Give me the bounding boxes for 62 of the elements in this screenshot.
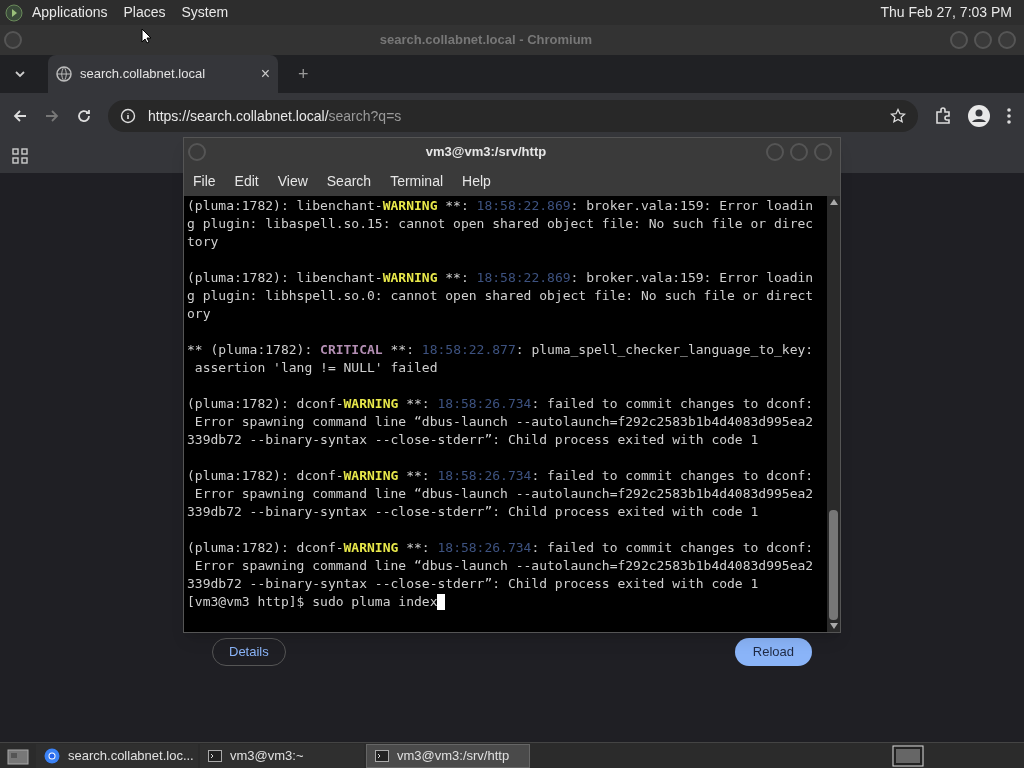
- terminal-line: (pluma:1782): dconf-WARNING **: 18:58:26.734: failed to commit changes to dconf:: [187, 539, 814, 557]
- chevron-down-icon[interactable]: [14, 68, 26, 80]
- browser-tab[interactable]: search.collabnet.local ×: [48, 55, 278, 93]
- reload-button[interactable]: Reload: [734, 638, 812, 666]
- terminal-line: (pluma:1782): dconf-WARNING **: 18:58:26.734: failed to commit changes to dconf:: [187, 395, 814, 413]
- back-icon[interactable]: [12, 108, 28, 124]
- browser-icon: [44, 747, 60, 764]
- forward-icon[interactable]: [44, 108, 60, 124]
- star-icon[interactable]: [890, 108, 906, 124]
- clock[interactable]: Thu Feb 27, 7:03 PM: [880, 2, 1012, 23]
- terminal-line: ** (pluma:1782): CRITICAL **: 18:58:22.877: pluma_spell_checker_language_to_key:: [187, 341, 814, 359]
- terminal-line: Error spawning command line “dbus-launch --autolaunch=f292c2583b1b4d4083d995ea2: [193, 557, 814, 575]
- globe-icon: [56, 66, 72, 82]
- menu-item[interactable]: Terminal: [390, 170, 444, 192]
- terminal-icon: [375, 749, 389, 762]
- menu-item[interactable]: Help: [462, 170, 491, 192]
- terminal-title: vm3@vm3:/srv/http: [424, 143, 548, 162]
- mouse-pointer-icon: [141, 28, 151, 44]
- terminal-line: 339db72 --binary-syntax --close-stderr”: Child process exited with code 1: [187, 431, 759, 449]
- panel-menu[interactable]: Places: [123, 2, 166, 23]
- menu-icon[interactable]: [1006, 107, 1012, 125]
- terminal-line: (pluma:1782): libenchant-WARNING **: 18:58:22.869: broker.vala:159: Error loadin: [187, 197, 814, 215]
- address-bar[interactable]: https://search.collabnet.local/search?q=s: [108, 100, 918, 132]
- terminal-line: g plugin: libaspell.so.15: cannot open shared object file: No such file or direc: [187, 215, 814, 233]
- new-tab[interactable]: +: [298, 60, 309, 88]
- window-title: search.collabnet.local - Chromium: [379, 31, 593, 50]
- apps-grid-icon[interactable]: [12, 148, 28, 164]
- app-menu-icon[interactable]: [4, 2, 24, 23]
- scrollbar[interactable]: [827, 196, 840, 632]
- taskbar-item[interactable]: vm3@vm3:~: [200, 743, 364, 768]
- panel-menu[interactable]: System: [181, 2, 229, 23]
- tab-title: search.collabnet.local: [80, 65, 207, 84]
- terminal-line: (pluma:1782): libenchant-WARNING **: 18:58:22.869: broker.vala:159: Error loadin: [187, 269, 814, 287]
- reload-icon[interactable]: [76, 108, 92, 124]
- terminal-line: Error spawning command line “dbus-launch --autolaunch=f292c2583b1b4d4083d995ea2: [193, 485, 814, 503]
- terminal-line: Error spawning command line “dbus-launch --autolaunch=f292c2583b1b4d4083d995ea2: [193, 413, 814, 431]
- command-prompt: [vm3@vm3 http]$ sudo pluma index: [187, 593, 438, 611]
- terminal-line: tory: [187, 233, 219, 251]
- panel-menu[interactable]: Applications: [32, 2, 108, 23]
- terminal-line: 339db72 --binary-syntax --close-stderr”: Child process exited with code 1: [187, 575, 759, 593]
- scroll-up-arrow-icon[interactable]: [829, 199, 838, 205]
- terminal-line: (pluma:1782): dconf-WARNING **: 18:58:26.734: failed to commit changes to dconf:: [187, 467, 814, 485]
- menu-item[interactable]: Search: [326, 170, 372, 192]
- show-desktop-icon[interactable]: [7, 746, 29, 765]
- scroll-down-arrow-icon[interactable]: [829, 623, 838, 629]
- terminal-line: 339db72 --binary-syntax --close-stderr”: Child process exited with code 1: [187, 503, 759, 521]
- extensions-icon[interactable]: [934, 107, 952, 125]
- profile-icon[interactable]: [968, 105, 990, 127]
- url: https://search.collabnet.local/search?q=s: [148, 106, 403, 126]
- taskbar-item[interactable]: vm3@vm3:/srv/http: [366, 743, 530, 768]
- scrollbar-thumb[interactable]: [829, 510, 838, 620]
- terminal-icon: [208, 749, 222, 762]
- taskbar-item[interactable]: search.collabnet.loc...: [36, 743, 198, 768]
- menu-item[interactable]: View: [277, 170, 308, 192]
- tab-close[interactable]: ×: [260, 62, 270, 86]
- menu-item[interactable]: File: [193, 170, 216, 192]
- terminal-line: assertion 'lang != NULL' failed: [193, 359, 438, 377]
- menu-item[interactable]: Edit: [234, 170, 259, 192]
- terminal-line: g plugin: libhspell.so.0: cannot open shared object file: No such file or direct: [187, 287, 814, 305]
- workspace-icon[interactable]: [892, 744, 924, 767]
- terminal-line: ory: [187, 305, 211, 323]
- info-icon[interactable]: [120, 108, 136, 124]
